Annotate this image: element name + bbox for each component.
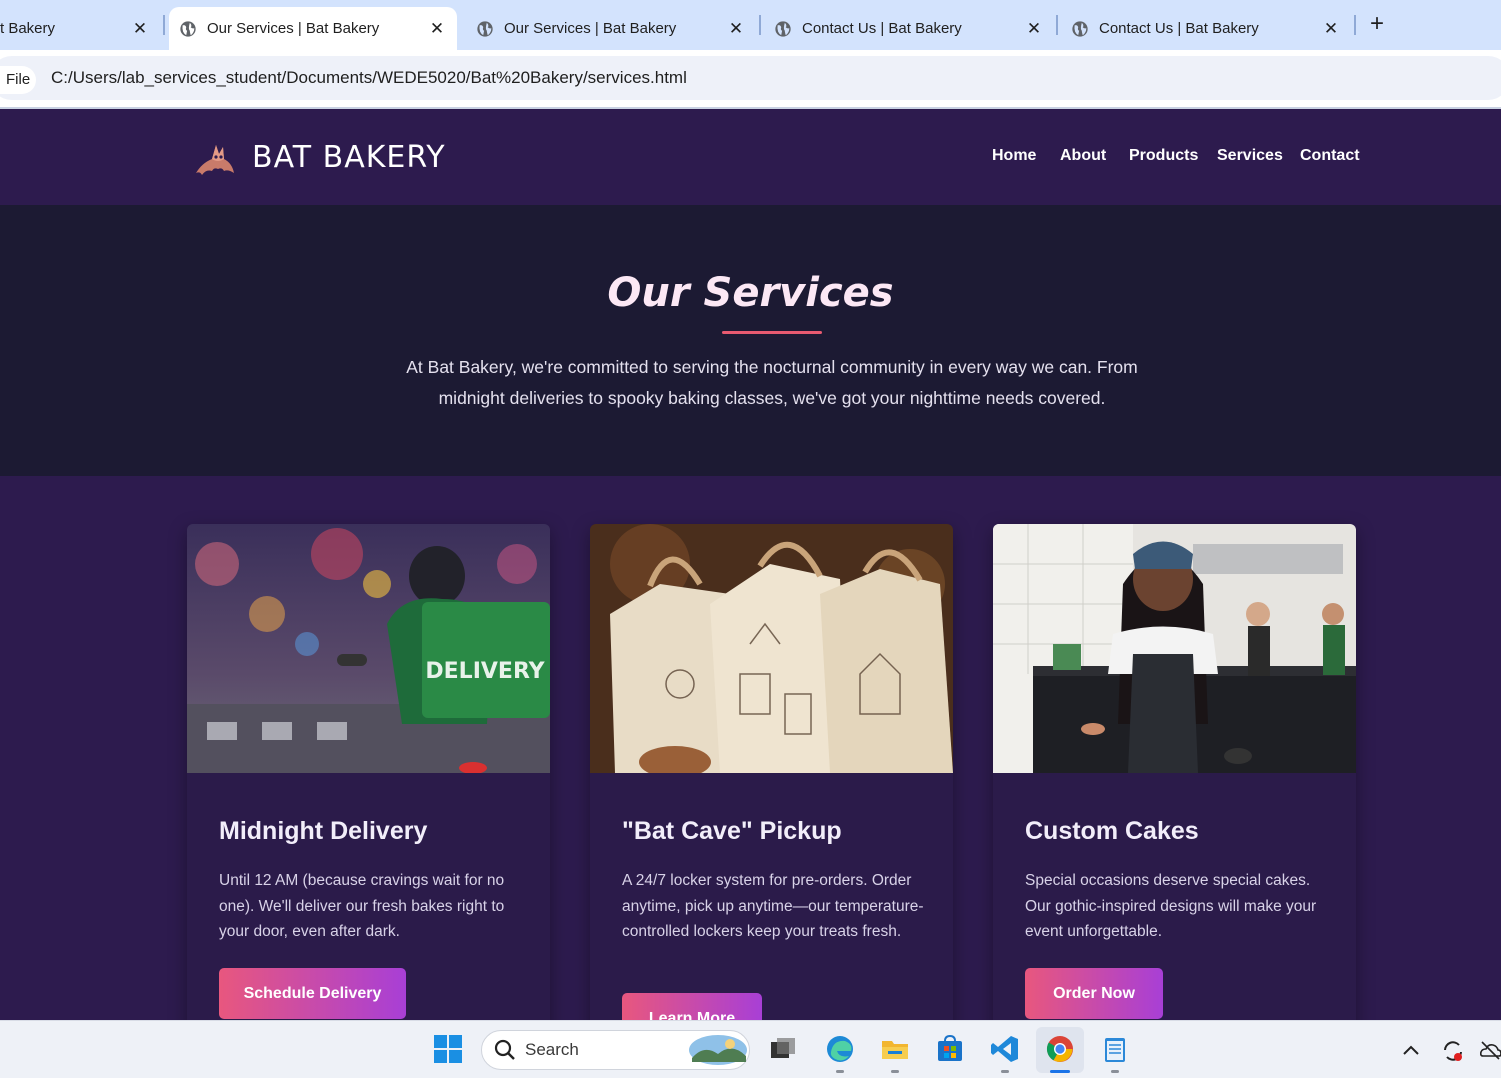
service-title: Midnight Delivery (219, 817, 428, 845)
bat-logo-icon[interactable] (192, 137, 238, 181)
nav-about[interactable]: About (1060, 147, 1106, 165)
tab-title: Contact Us | Bat Bakery (1099, 20, 1259, 37)
tab-5[interactable]: Contact Us | Bat Bakery ✕ (1061, 7, 1351, 50)
globe-icon (1072, 20, 1088, 37)
hero-intro: At Bat Bakery, we're committed to servin… (406, 357, 1138, 408)
microsoft-store-icon[interactable] (935, 1034, 965, 1064)
globe-icon (775, 20, 791, 37)
hero-section (0, 205, 1501, 476)
search-highlight-image (689, 1035, 747, 1065)
nav-products[interactable]: Products (1129, 147, 1198, 165)
service-description: Special occasions deserve special cakes.… (1025, 872, 1317, 941)
running-indicator (891, 1070, 899, 1073)
running-indicator (1111, 1070, 1119, 1073)
globe-icon (477, 20, 493, 37)
windows-start-icon[interactable] (433, 1034, 463, 1064)
schedule-delivery-button[interactable]: Schedule Delivery (219, 968, 406, 1019)
scheme-chip[interactable]: File (0, 66, 37, 94)
tab-separator (759, 15, 761, 35)
page-title: Our Services (607, 270, 894, 316)
tab-4[interactable]: Contact Us | Bat Bakery ✕ (764, 7, 1054, 50)
service-card-cakes: Custom Cakes Special occasions deserve s… (993, 524, 1356, 1044)
tab-2[interactable]: Our Services | Bat Bakery ✕ (169, 7, 457, 50)
onedrive-icon[interactable] (1480, 1038, 1501, 1062)
tab-3[interactable]: Our Services | Bat Bakery ✕ (466, 7, 756, 50)
tab-separator (1354, 15, 1356, 35)
tab-close-icon[interactable]: ✕ (726, 19, 746, 39)
running-indicator (1001, 1070, 1009, 1073)
running-indicator (1050, 1070, 1070, 1073)
new-tab-button[interactable]: + (1365, 12, 1389, 37)
chevron-up-icon[interactable] (1400, 1040, 1422, 1060)
brand-name[interactable]: BAT BAKERY (252, 140, 446, 175)
service-description: A 24/7 locker system for pre-orders. Ord… (622, 872, 924, 941)
tab-1[interactable]: t Bakery ✕ (0, 7, 160, 50)
chrome-icon[interactable] (1045, 1034, 1075, 1064)
tab-close-icon[interactable]: ✕ (427, 19, 447, 39)
nav-services[interactable]: Services (1217, 147, 1283, 165)
windows-taskbar (0, 1020, 1501, 1078)
tab-close-icon[interactable]: ✕ (1321, 19, 1341, 39)
baker-kitchen-image (993, 524, 1356, 773)
nav-home[interactable]: Home (992, 147, 1036, 165)
tab-close-icon[interactable]: ✕ (1024, 19, 1044, 39)
service-description: Until 12 AM (because cravings wait for n… (219, 872, 505, 941)
task-view-icon[interactable] (768, 1034, 798, 1064)
tab-title: Our Services | Bat Bakery (504, 20, 677, 37)
search-icon (494, 1039, 515, 1060)
order-now-button[interactable]: Order Now (1025, 968, 1163, 1019)
taskbar-search-label: Search (525, 1040, 579, 1059)
url-text[interactable]: C:/Users/lab_services_student/Documents/… (51, 68, 687, 88)
file-explorer-icon[interactable] (880, 1034, 910, 1064)
notepad-icon[interactable] (1100, 1034, 1130, 1064)
vscode-icon[interactable] (990, 1034, 1020, 1064)
tab-title: t Bakery (0, 20, 56, 37)
edge-icon[interactable] (825, 1034, 855, 1064)
running-indicator (836, 1070, 844, 1073)
service-card-delivery: DELIVERY Midnight Delivery Until 12 AM (… (187, 524, 550, 1044)
delivery-bag-text: DELIVERY (425, 659, 545, 684)
tab-close-icon[interactable]: ✕ (130, 19, 150, 39)
tab-title: Contact Us | Bat Bakery (802, 20, 962, 37)
tab-separator (163, 15, 165, 35)
pickup-bags-image (590, 524, 953, 773)
service-card-pickup: "Bat Cave" Pickup A 24/7 locker system f… (590, 524, 953, 1044)
title-underline (722, 331, 822, 334)
globe-icon (180, 20, 196, 37)
sync-icon[interactable] (1440, 1038, 1466, 1064)
delivery-rider-image: DELIVERY (187, 524, 550, 773)
tab-title: Our Services | Bat Bakery (207, 20, 380, 37)
tab-separator (1056, 15, 1058, 35)
service-title: Custom Cakes (1025, 817, 1199, 845)
service-title: "Bat Cave" Pickup (622, 817, 842, 845)
nav-contact[interactable]: Contact (1300, 147, 1360, 165)
